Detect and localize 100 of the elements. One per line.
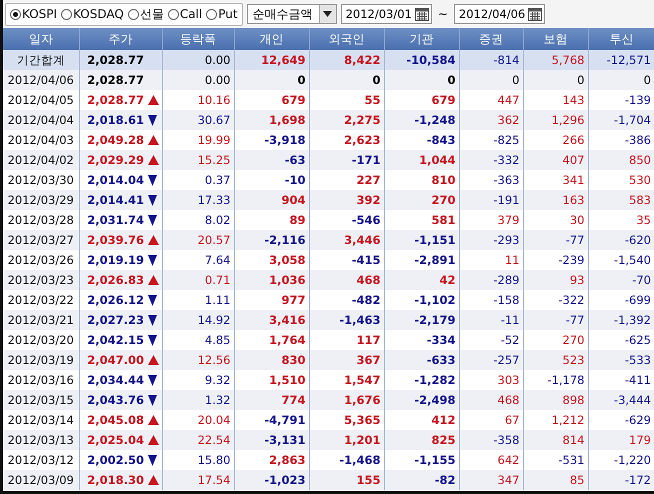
change-cell: 14.92 — [162, 310, 234, 330]
net-buy-cell: 270 — [523, 330, 588, 350]
net-buy-cell: 179 — [588, 430, 654, 450]
net-buy-cell: 468 — [459, 390, 523, 410]
net-buy-cell: 303 — [459, 370, 523, 390]
change-cell: 15.25 — [162, 150, 234, 170]
change-cell: 0.37 — [162, 170, 234, 190]
start-date-field[interactable]: 2012/03/01 — [340, 4, 432, 24]
price-cell: 2,027.23 — [79, 310, 147, 330]
net-buy-cell: -334 — [384, 330, 459, 350]
market-radio[interactable]: 선물 — [128, 6, 164, 22]
price-cell: 2,018.61 — [79, 110, 147, 130]
net-buy-cell: -533 — [588, 350, 654, 370]
date-cell: 2012/03/12 — [3, 450, 79, 470]
column-header[interactable]: 외국인 — [309, 28, 384, 50]
net-buy-cell: -191 — [459, 190, 523, 210]
net-buy-cell: -843 — [384, 130, 459, 150]
net-buy-cell: 93 — [523, 270, 588, 290]
end-date-field[interactable]: 2012/04/06 — [454, 4, 546, 24]
net-buy-cell: -2,179 — [384, 310, 459, 330]
net-buy-cell: -1,463 — [309, 310, 384, 330]
net-buy-cell: -322 — [523, 290, 588, 310]
column-header[interactable]: 주가 — [79, 28, 162, 50]
net-buy-cell: -620 — [588, 230, 654, 250]
price-cell: 2,002.50 — [79, 450, 147, 470]
net-buy-cell: 830 — [234, 350, 309, 370]
column-header[interactable]: 증권 — [459, 28, 523, 50]
calendar-icon[interactable] — [528, 8, 542, 20]
market-radio[interactable]: Call — [168, 7, 202, 21]
net-buy-cell: 163 — [523, 190, 588, 210]
net-buy-cell: 530 — [588, 170, 654, 190]
price-cell: 2,043.76 — [79, 390, 147, 410]
column-header[interactable]: 기관 — [384, 28, 459, 50]
net-buy-cell: 1,676 — [309, 390, 384, 410]
net-buy-cell: -289 — [459, 270, 523, 290]
measure-dropdown[interactable]: 순매수금액 — [246, 4, 337, 24]
net-buy-cell: 0 — [459, 70, 523, 90]
net-buy-cell: -77 — [523, 310, 588, 330]
net-buy-cell: -239 — [523, 250, 588, 270]
net-buy-cell: 341 — [523, 170, 588, 190]
price-cell: 2,014.04 — [79, 170, 147, 190]
net-buy-cell: -10 — [234, 170, 309, 190]
price-cell: 2,031.74 — [79, 210, 147, 230]
net-buy-cell: 347 — [459, 470, 523, 490]
calendar-icon[interactable] — [414, 8, 429, 20]
change-cell: 20.04 — [162, 410, 234, 430]
change-cell: 10.16 — [162, 90, 234, 110]
net-buy-cell: -1,248 — [384, 110, 459, 130]
net-buy-cell: -629 — [588, 410, 654, 430]
dropdown-caret-icon — [323, 11, 332, 17]
net-buy-cell: 1,044 — [384, 150, 459, 170]
date-cell: 2012/03/13 — [3, 430, 79, 450]
net-buy-cell: 642 — [459, 450, 523, 470]
net-buy-cell: -1,392 — [588, 310, 654, 330]
change-cell: 9.32 — [162, 370, 234, 390]
net-buy-cell: -1,155 — [384, 450, 459, 470]
net-buy-cell: -1,023 — [234, 470, 309, 490]
net-buy-cell: 3,446 — [309, 230, 384, 250]
date-cell: 2012/03/30 — [3, 170, 79, 190]
change-cell: 1.32 — [162, 390, 234, 410]
column-header[interactable]: 투신 — [588, 28, 654, 50]
net-buy-cell: -531 — [523, 450, 588, 470]
net-buy-cell: 1,510 — [234, 370, 309, 390]
net-buy-cell: -1,282 — [384, 370, 459, 390]
net-buy-cell: 143 — [523, 90, 588, 110]
column-header[interactable]: 개인 — [234, 28, 309, 50]
net-buy-cell: -11 — [459, 310, 523, 330]
column-header[interactable]: 보험 — [523, 28, 588, 50]
net-buy-cell: -1,220 — [588, 450, 654, 470]
change-cell: 17.54 — [162, 470, 234, 490]
net-buy-cell: 412 — [384, 410, 459, 430]
change-cell: 30.67 — [162, 110, 234, 130]
date-cell: 2012/03/21 — [3, 310, 79, 330]
date-cell: 2012/03/19 — [3, 350, 79, 370]
price-cell: 2,028.77 — [79, 70, 147, 90]
net-buy-cell: -363 — [459, 170, 523, 190]
net-buy-cell: -52 — [459, 330, 523, 350]
change-cell: 22.54 — [162, 430, 234, 450]
date-cell: 기간합계 — [3, 50, 79, 70]
net-buy-cell: 898 — [523, 390, 588, 410]
market-radio[interactable]: KOSPI — [10, 7, 58, 21]
date-cell: 2012/03/09 — [3, 470, 79, 490]
net-buy-cell: 11 — [459, 250, 523, 270]
net-buy-cell: 270 — [384, 190, 459, 210]
net-buy-cell: -1,540 — [588, 250, 654, 270]
change-cell: 12.56 — [162, 350, 234, 370]
change-cell: 8.02 — [162, 210, 234, 230]
net-buy-cell: 523 — [523, 350, 588, 370]
net-buy-cell: 155 — [309, 470, 384, 490]
net-buy-cell: -139 — [588, 90, 654, 110]
net-buy-cell: -2,891 — [384, 250, 459, 270]
market-radio[interactable]: Put — [206, 7, 238, 21]
column-header[interactable]: 등락폭 — [162, 28, 234, 50]
net-buy-cell: 1,036 — [234, 270, 309, 290]
market-radio[interactable]: KOSDAQ — [61, 7, 124, 21]
column-header[interactable]: 일자 — [3, 28, 79, 50]
net-buy-cell: 1,296 — [523, 110, 588, 130]
net-buy-cell: 581 — [384, 210, 459, 230]
price-cell: 2,042.15 — [79, 330, 147, 350]
net-buy-cell: 0 — [234, 70, 309, 90]
